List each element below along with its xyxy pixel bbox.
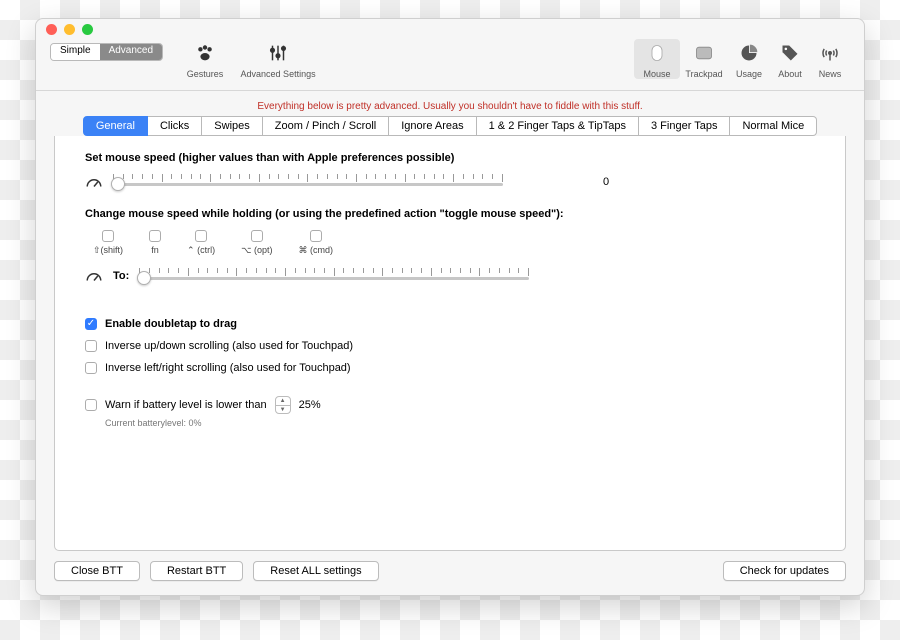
speed-value: 0: [603, 176, 609, 188]
warning-text: Everything below is pretty advanced. Usu…: [54, 101, 846, 112]
general-panel: Set mouse speed (higher values than with…: [54, 136, 846, 551]
sliders-icon: [266, 41, 290, 65]
speed-slider[interactable]: [113, 174, 503, 190]
mode-simple[interactable]: Simple: [51, 44, 100, 60]
preferences-window: Simple Advanced Gestures Advanced Settin…: [35, 18, 865, 596]
mode-segmented-control[interactable]: Simple Advanced: [50, 43, 163, 61]
window-minimize-button[interactable]: [64, 24, 75, 35]
modifier-checkbox[interactable]: [195, 230, 207, 242]
modifier-ctrl: ⌃ (ctrl): [187, 230, 215, 256]
modifier-opt: ⌥ (opt): [241, 230, 272, 256]
modifier-cmd: ⌘ (cmd): [298, 230, 333, 256]
titlebar: [36, 19, 864, 39]
tab-bar: GeneralClicksSwipesZoom / Pinch / Scroll…: [54, 116, 846, 136]
window-zoom-button[interactable]: [82, 24, 93, 35]
tab-1-2-finger-taps-tiptaps[interactable]: 1 & 2 Finger Taps & TipTaps: [477, 116, 639, 136]
toolbar-trackpad[interactable]: Trackpad: [680, 39, 728, 79]
modifier-checkbox[interactable]: [251, 230, 263, 242]
inverse-leftright-option[interactable]: Inverse left/right scrolling (also used …: [85, 362, 815, 374]
doubletap-checkbox[interactable]: [85, 318, 97, 330]
toolbar-about[interactable]: About: [770, 39, 810, 79]
current-battery-text: Current batterylevel: 0%: [105, 418, 815, 428]
close-btt-button[interactable]: Close BTT: [54, 561, 140, 581]
content-area: Everything below is pretty advanced. Usu…: [36, 91, 864, 561]
modifier-speed-slider[interactable]: [139, 268, 529, 284]
modifier-fn: fn: [149, 230, 161, 256]
tab-3-finger-taps[interactable]: 3 Finger Taps: [639, 116, 730, 136]
doubletap-option[interactable]: Enable doubletap to drag: [85, 318, 815, 330]
toolbar-news[interactable]: News: [810, 39, 850, 79]
inverse-updown-option[interactable]: Inverse up/down scrolling (also used for…: [85, 340, 815, 352]
modifier-checkbox[interactable]: [310, 230, 322, 242]
tab-normal-mice[interactable]: Normal Mice: [730, 116, 817, 136]
battery-stepper[interactable]: ▲▼: [275, 396, 291, 414]
gauge-icon: [85, 175, 103, 189]
toolbar-usage[interactable]: Usage: [728, 39, 770, 79]
battery-warn-option[interactable]: Warn if battery level is lower than ▲▼ 2…: [85, 396, 815, 414]
modifier-checkbox[interactable]: [102, 230, 114, 242]
paw-icon: [193, 41, 217, 65]
inverse-updown-checkbox[interactable]: [85, 340, 97, 352]
check-updates-button[interactable]: Check for updates: [723, 561, 846, 581]
inverse-leftright-checkbox[interactable]: [85, 362, 97, 374]
battery-warn-checkbox[interactable]: [85, 399, 97, 411]
to-label: To:: [113, 270, 129, 282]
speed-heading: Set mouse speed (higher values than with…: [85, 152, 815, 164]
modifier-keys-row: ⇧(shift) fn ⌃ (ctrl) ⌥ (opt) ⌘ (cmd): [93, 230, 815, 256]
window-close-button[interactable]: [46, 24, 57, 35]
toolbar: Simple Advanced Gestures Advanced Settin…: [36, 39, 864, 91]
footer: Close BTT Restart BTT Reset ALL settings…: [36, 561, 864, 595]
gauge-icon: [85, 269, 103, 283]
toolbar-gestures[interactable]: Gestures: [177, 39, 233, 79]
reset-settings-button[interactable]: Reset ALL settings: [253, 561, 378, 581]
antenna-icon: [818, 41, 842, 65]
tab-ignore-areas[interactable]: Ignore Areas: [389, 116, 476, 136]
tab-general[interactable]: General: [83, 116, 148, 136]
pie-chart-icon: [737, 41, 761, 65]
tab-zoom-pinch-scroll[interactable]: Zoom / Pinch / Scroll: [263, 116, 389, 136]
tab-clicks[interactable]: Clicks: [148, 116, 202, 136]
tag-icon: [778, 41, 802, 65]
toolbar-mouse[interactable]: Mouse: [634, 39, 680, 79]
modifier-shift: ⇧(shift): [93, 230, 123, 256]
mode-advanced[interactable]: Advanced: [100, 44, 162, 60]
tab-swipes[interactable]: Swipes: [202, 116, 262, 136]
restart-btt-button[interactable]: Restart BTT: [150, 561, 243, 581]
modifiers-heading: Change mouse speed while holding (or usi…: [85, 208, 815, 220]
mouse-icon: [645, 41, 669, 65]
battery-percent: 25%: [299, 399, 321, 411]
modifier-checkbox[interactable]: [149, 230, 161, 242]
toolbar-advanced-settings[interactable]: Advanced Settings: [233, 39, 323, 79]
trackpad-icon: [692, 41, 716, 65]
